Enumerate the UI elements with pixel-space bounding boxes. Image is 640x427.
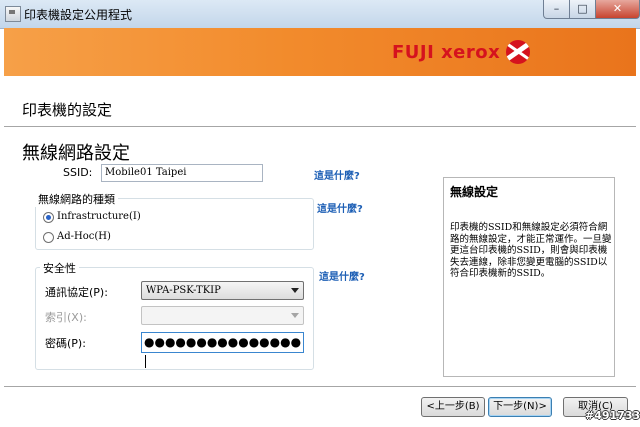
close-button[interactable]: ✕ bbox=[595, 0, 640, 19]
protocol-value: WPA-PSK-TKIP bbox=[146, 285, 221, 296]
password-label: 密碼(P): bbox=[45, 337, 86, 350]
brand-banner: FUJI xerox bbox=[4, 28, 636, 76]
network-type-legend: 無線網路的種類 bbox=[35, 191, 118, 207]
protocol-dropdown[interactable]: WPA-PSK-TKIP bbox=[141, 281, 304, 300]
protocol-label: 通訊協定(P): bbox=[45, 286, 108, 299]
network-type-help-link[interactable]: 這是什麼? bbox=[317, 200, 363, 215]
app-icon bbox=[5, 6, 21, 22]
fuji-xerox-logo: FUJI xerox bbox=[392, 40, 531, 64]
infrastructure-label: Infrastructure(I) bbox=[57, 211, 141, 222]
page-title: 印表機的設定 bbox=[22, 101, 113, 119]
adhoc-label: Ad-Hoc(H) bbox=[57, 231, 111, 242]
ssid-input[interactable]: Mobile01 Taipei bbox=[101, 164, 263, 182]
infrastructure-radio[interactable] bbox=[43, 212, 54, 223]
info-panel: 無線設定 印表機的SSID和無線設定必須符合網路的無線設定，才能正常運作。一旦變… bbox=[443, 177, 615, 377]
maximize-button[interactable]: □ bbox=[569, 0, 596, 19]
title-bar: 印表機設定公用程式 – □ ✕ bbox=[0, 0, 640, 29]
logo-text: FUJI xerox bbox=[392, 41, 501, 63]
ssid-help-link[interactable]: 這是什麼? bbox=[314, 167, 360, 182]
next-button[interactable]: 下一步(N)> bbox=[488, 397, 552, 417]
minimize-button[interactable]: – bbox=[543, 0, 570, 19]
section-title: 無線網路設定 bbox=[22, 143, 130, 164]
password-input[interactable]: ●●●●●●●●●●●●●●● bbox=[141, 332, 304, 368]
index-dropdown[interactable] bbox=[141, 306, 304, 325]
chevron-down-icon bbox=[291, 288, 299, 293]
adhoc-radio[interactable] bbox=[43, 232, 54, 243]
watermark-text: #491733 bbox=[585, 409, 640, 422]
password-value: ●●●●●●●●●●●●●●● bbox=[144, 335, 302, 349]
security-help-link[interactable]: 這是什麼? bbox=[319, 268, 365, 283]
text-cursor bbox=[145, 355, 146, 368]
header-divider bbox=[4, 126, 636, 128]
security-legend: 安全性 bbox=[40, 260, 79, 276]
footer-divider bbox=[4, 386, 636, 388]
ssid-label: SSID: bbox=[63, 166, 93, 179]
info-title: 無線設定 bbox=[450, 185, 499, 199]
window-title: 印表機設定公用程式 bbox=[24, 8, 133, 22]
back-button[interactable]: <上一步(B) bbox=[421, 397, 485, 417]
xerox-sphere-icon bbox=[506, 40, 531, 64]
chevron-down-icon bbox=[291, 313, 299, 318]
info-body: 印表機的SSID和無線設定必須符合網路的無線設定，才能正常運作。一旦變更這台印表… bbox=[450, 222, 612, 279]
index-label: 索引(X): bbox=[45, 311, 87, 324]
